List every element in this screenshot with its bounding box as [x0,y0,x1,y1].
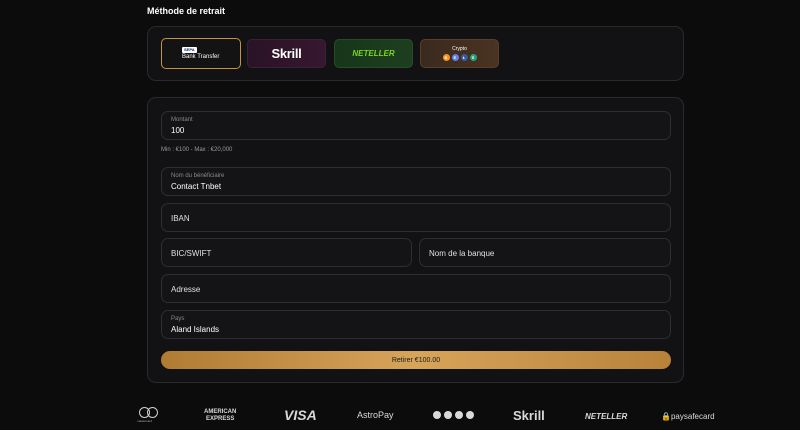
coin-row: B E Ł ₮ [442,54,477,61]
bitcoin-icon [433,411,441,419]
skrill-logo: Skrill [271,46,302,61]
address-field[interactable]: Adresse [161,274,671,303]
crypto-label: Crypto [452,46,467,52]
ethereum-icon [444,411,452,419]
payment-logos-footer: mastercard AMERICAN EXPRESS VISA AstroPa… [0,402,800,430]
visa-logo: VISA [284,407,317,423]
method-crypto[interactable]: Crypto B E Ł ₮ [420,39,499,68]
withdrawal-page: Méthode de retrait SEPA Bank Transfer Sk… [0,0,800,430]
withdraw-button[interactable]: Retirer €100.00 [161,351,671,369]
country-select[interactable]: Pays Aland Islands [161,310,671,339]
mastercard-text: mastercard [137,419,153,423]
section-title: Méthode de retrait [147,6,226,16]
paysafecard-text: paysafecard [670,412,715,421]
mastercard-circle-right [147,407,158,418]
iban-field[interactable]: IBAN [161,203,671,232]
method-neteller[interactable]: NETELLER [334,39,413,68]
sepa-badge: SEPA [182,47,197,53]
country-value: Aland Islands [171,325,220,334]
bic-swift-placeholder: BIC/SWIFT [171,249,212,258]
method-panel: SEPA Bank Transfer Skrill NETELLER Crypt… [147,26,684,81]
mastercard-logo: mastercard [137,407,159,423]
bank-name-field[interactable]: Nom de la banque [419,238,671,267]
neteller-footer-logo: NETELLER [585,412,628,421]
beneficiary-field[interactable]: Nom du bénéficiaire Contact Tnbet [161,167,671,196]
amount-label: Montant [171,117,193,123]
amount-value: 100 [171,126,185,135]
astropay-logo: AstroPay [357,410,394,420]
iban-placeholder: IBAN [171,214,190,223]
bank-name-placeholder: Nom de la banque [429,249,495,258]
ethereum-icon: E [451,54,459,61]
amount-field[interactable]: Montant 100 [161,111,671,140]
paysafecard-logo: 🔒paysafecard [661,412,715,421]
amount-limits-hint: Min : €100 - Max : €20,000 [161,147,233,153]
method-bank-transfer[interactable]: SEPA Bank Transfer [161,38,241,69]
crypto-icons [433,411,474,419]
tether-icon [466,411,474,419]
amex-logo: AMERICAN EXPRESS [204,409,237,422]
lock-icon: 🔒 [661,412,671,421]
address-placeholder: Adresse [171,285,201,294]
country-label: Pays [171,316,185,322]
beneficiary-label: Nom du bénéficiaire [171,173,225,179]
bank-transfer-label: Bank Transfer [182,54,220,60]
litecoin-icon: Ł [460,54,468,61]
tether-icon: ₮ [469,54,477,61]
method-skrill[interactable]: Skrill [247,39,326,68]
beneficiary-value: Contact Tnbet [171,182,222,191]
bic-swift-field[interactable]: BIC/SWIFT [161,238,412,267]
bitcoin-icon: B [442,54,450,61]
neteller-logo: NETELLER [352,49,395,58]
skrill-footer-logo: Skrill [513,408,545,423]
litecoin-icon [455,411,463,419]
